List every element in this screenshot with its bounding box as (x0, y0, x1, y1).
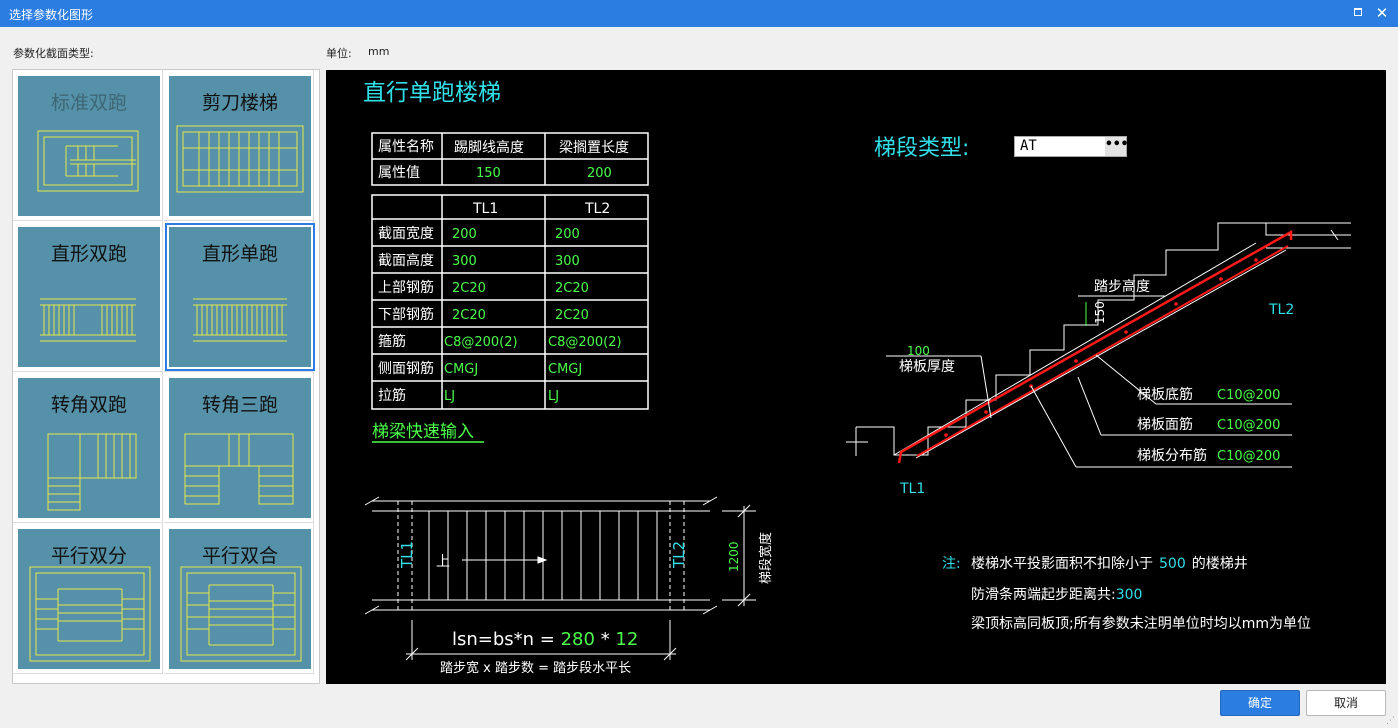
parallel-merge-icon (180, 566, 302, 662)
notes-prefix: 注: (942, 556, 961, 572)
beam-row-label: 截面宽度 (378, 225, 434, 242)
standard-double-run-icon (37, 130, 139, 192)
beam-row-label: 拉筋 (378, 387, 406, 404)
beam-cell-tl2[interactable]: LJ (548, 389, 559, 404)
cancel-button[interactable]: 取消 (1306, 690, 1386, 716)
beam-row-label: 箍筋 (378, 333, 406, 350)
beam-cell-tl1[interactable]: 2C20 (452, 308, 486, 323)
stair-type-palette: 标准双跑 剪刀楼梯 直形双跑 直形单跑 转角双跑 转角三跑 平行双分 平行双合 (12, 69, 320, 684)
step-height-value: 150 (1093, 301, 1107, 324)
section-tl1-label: TL1 (899, 481, 925, 497)
canvas-title: 直行单跑楼梯 (363, 80, 501, 106)
beam-cell-tl2[interactable]: 300 (555, 254, 580, 269)
stair-type-tile[interactable]: 直形单跑 (164, 221, 315, 372)
beam-cell-tl1[interactable]: 200 (452, 227, 477, 242)
note1-pre: 楼梯水平投影面积不扣除小于 (971, 556, 1153, 572)
beam-row-label: 下部钢筋 (378, 306, 434, 323)
attr-header-rest: 梁搁置长度 (559, 140, 629, 156)
attr-header-kick: 踢脚线高度 (454, 139, 524, 156)
attr-value-rest[interactable]: 200 (587, 166, 612, 181)
segment-type-field[interactable]: AT ••• (1014, 136, 1128, 157)
maximize-button[interactable] (1348, 3, 1368, 23)
notes-line-1: 楼梯水平投影面积不扣除小于 500 的楼梯井 (971, 556, 1248, 572)
beam-header-tl1: TL1 (472, 201, 498, 217)
beam-row-label: 侧面钢筋 (378, 360, 434, 377)
beam-quick-input-link[interactable]: 梯梁快速输入 (372, 422, 474, 442)
beam-cell-tl2[interactable]: CMGJ (548, 362, 582, 377)
beam-cell-tl1[interactable]: C8@200(2) (444, 335, 518, 350)
plan-up-label: 上 (436, 554, 450, 570)
beam-header-tl2: TL2 (584, 201, 610, 217)
formula-prefix: lsn=bs*n = (452, 629, 561, 650)
straight-double-run-icon (40, 298, 136, 342)
attr-value-kick[interactable]: 150 (476, 166, 501, 181)
stair-type-tile[interactable]: 剪刀楼梯 (164, 70, 314, 221)
section-tl2-label: TL2 (1268, 302, 1294, 318)
beam-cell-tl1[interactable]: LJ (444, 389, 455, 404)
plan-tl1-label: TL1 (398, 541, 416, 569)
corner-double-run-icon (47, 433, 137, 511)
beam-cell-tl1[interactable]: CMGJ (444, 362, 478, 377)
beam-cell-tl2[interactable]: 200 (555, 227, 580, 242)
ok-button[interactable]: 确定 (1220, 690, 1300, 716)
segment-type-value: AT (1020, 138, 1037, 154)
beam-cell-tl2[interactable]: 2C20 (555, 281, 589, 296)
beam-row-label: 上部钢筋 (378, 279, 434, 296)
straight-single-run-icon (193, 298, 287, 342)
slab-thickness-label: 梯板厚度 (899, 359, 955, 375)
bottom-rebar-label: 梯板底筋 (1137, 386, 1193, 403)
title-bar: 选择参数化图形 ✕ (0, 0, 1398, 27)
note1-value: 500 (1159, 556, 1186, 572)
slab-thickness-value: 100 (907, 344, 930, 358)
dist-rebar-value: C10@200 (1217, 449, 1280, 464)
stair-type-tile[interactable]: 平行双分 (13, 523, 163, 674)
segment-type-label: 梯段类型: (874, 136, 969, 161)
plan-formula-caption: 踏步宽 x 踏步数 = 踏步段水平长 (440, 660, 631, 676)
formula-bs: 280 (561, 629, 595, 650)
close-icon: ✕ (1375, 4, 1389, 22)
plan-width-value: 1200 (727, 541, 741, 572)
beam-cell-tl1[interactable]: 2C20 (452, 281, 486, 296)
stair-type-tile[interactable]: 标准双跑 (13, 70, 163, 221)
segment-type-more-button[interactable]: ••• (1105, 137, 1128, 156)
notes-line-3: 梁顶标高同板顶;所有参数未注明单位时均以mm为单位 (971, 615, 1311, 632)
stair-preview-canvas: 直行单跑楼梯 属性名称 踢脚线高度 梁搁置长度 属性值 150 200 TL1 … (326, 70, 1386, 684)
beam-cell-tl2[interactable]: C8@200(2) (548, 335, 622, 350)
unit-value: mm (368, 45, 390, 58)
step-height-label: 踏步高度 (1094, 278, 1150, 295)
beam-row-label: 截面高度 (378, 252, 434, 269)
window-title: 选择参数化图形 (9, 8, 94, 22)
unit-label: 单位: (326, 47, 352, 60)
note1-post: 的楼梯井 (1192, 556, 1248, 572)
bottom-rebar-value: C10@200 (1217, 388, 1280, 403)
stair-type-tile[interactable]: 直形双跑 (13, 221, 163, 372)
section-type-label: 参数化截面类型: (13, 47, 94, 60)
beam-cell-tl1[interactable]: 300 (452, 254, 477, 269)
maximize-icon (1354, 7, 1362, 16)
parallel-split-icon (29, 566, 151, 662)
close-button[interactable]: ✕ (1372, 3, 1392, 23)
formula-n: 12 (615, 629, 638, 650)
plan-formula: lsn=bs*n = 280 * 12 (452, 629, 638, 650)
note2-value: 300 (1116, 587, 1143, 603)
plan-width-label: 梯段宽度 (758, 532, 774, 584)
plan-tl2-label: TL2 (670, 541, 688, 569)
corner-triple-run-icon (184, 433, 294, 505)
note2-pre: 防滑条两端起步距离共: (971, 586, 1116, 603)
top-rebar-value: C10@200 (1217, 418, 1280, 433)
beam-cell-tl2[interactable]: 2C20 (555, 308, 589, 323)
stair-type-tile[interactable]: 平行双合 (164, 523, 314, 674)
stair-type-tile[interactable]: 转角三跑 (164, 372, 314, 523)
formula-times: * (595, 629, 615, 650)
notes-line-2: 防滑条两端起步距离共:300 (971, 586, 1142, 603)
attr-header-name: 属性名称 (378, 139, 434, 155)
stair-type-tile[interactable]: 转角双跑 (13, 372, 163, 523)
dist-rebar-label: 梯板分布筋 (1137, 447, 1207, 464)
resize-grip-icon[interactable]: ⋰ (1386, 716, 1396, 726)
attr-row-label[interactable]: 属性值 (378, 165, 420, 181)
scissor-stair-icon (176, 125, 304, 193)
top-rebar-label: 梯板面筋 (1137, 416, 1193, 433)
